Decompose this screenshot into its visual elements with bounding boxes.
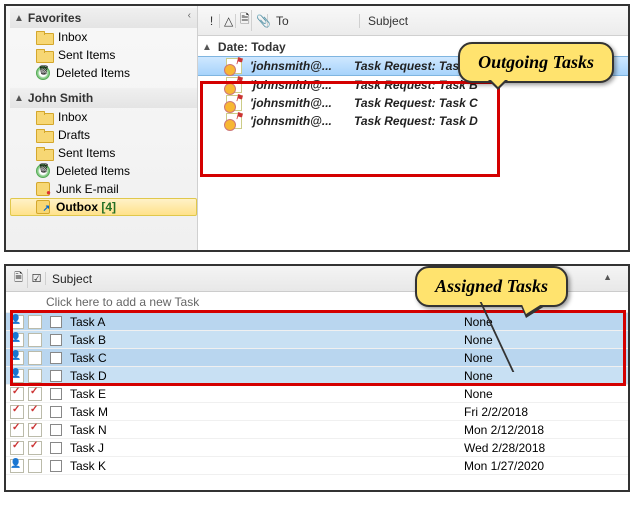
outbox-icon (36, 200, 50, 214)
task-icon (10, 423, 26, 437)
sort-asc-icon: ▲ (603, 272, 612, 282)
folder-junk[interactable]: Junk E-mail (10, 180, 197, 198)
assigned-task-icon (10, 369, 26, 383)
task-row[interactable]: Task ENone (6, 385, 628, 403)
complete-checkbox[interactable] (50, 370, 62, 382)
complete-checkbox[interactable] (50, 424, 62, 436)
task-row[interactable]: Task JWed 2/28/2018 (6, 439, 628, 457)
task-item-icon (28, 459, 44, 473)
task-item-icon (28, 423, 44, 437)
assigned-task-icon (10, 315, 26, 329)
task-request-icon (226, 58, 242, 74)
complete-checkbox[interactable] (50, 442, 62, 454)
folder-inbox[interactable]: Inbox (10, 28, 197, 46)
task-icon (10, 387, 26, 401)
complete-checkbox[interactable] (50, 316, 62, 328)
task-row[interactable]: Task CNone (6, 349, 628, 367)
column-headers: ! △ 🗎 📎 To Subject (198, 6, 628, 36)
chevron-down-icon: ▲ (14, 93, 24, 104)
folder-outbox[interactable]: Outbox [4] (10, 198, 197, 216)
folder-icon (36, 31, 52, 43)
col-complete[interactable]: ☑ (28, 272, 46, 285)
folder-icon (36, 129, 52, 141)
col-icon[interactable]: 🗎 (236, 10, 252, 31)
collapse-nav-icon[interactable]: ‹ (188, 10, 191, 21)
task-request-icon (226, 77, 242, 93)
task-item-icon (28, 315, 44, 329)
complete-checkbox[interactable] (50, 352, 62, 364)
folder-inbox[interactable]: Inbox (10, 108, 197, 126)
section-favorites[interactable]: ▲ Favorites (10, 8, 197, 28)
task-panel: 🗎 ☑ Subject▲ Click here to add a new Tas… (4, 264, 630, 492)
task-item-icon (28, 441, 44, 455)
trash-icon (36, 66, 50, 80)
complete-checkbox[interactable] (50, 406, 62, 418)
col-importance[interactable]: ! (204, 14, 220, 28)
section-label: John Smith (28, 91, 93, 105)
task-item-icon (28, 369, 44, 383)
folder-icon (36, 49, 52, 61)
col-subject[interactable]: Subject (360, 14, 628, 28)
message-row[interactable]: 'johnsmith@...Task Request: Task D (198, 112, 628, 130)
task-icon (10, 441, 26, 455)
complete-checkbox[interactable] (50, 334, 62, 346)
assigned-task-icon (10, 459, 26, 473)
col-attachment[interactable]: 📎 (252, 14, 268, 28)
task-request-icon (226, 95, 242, 111)
task-item-icon (28, 387, 44, 401)
task-icon (10, 405, 26, 419)
folder-drafts[interactable]: Drafts (10, 126, 197, 144)
trash-icon (36, 164, 50, 178)
callout-assigned: Assigned Tasks (415, 266, 568, 307)
folder-deleted[interactable]: Deleted Items (10, 162, 197, 180)
folder-icon (36, 147, 52, 159)
assigned-task-icon (10, 351, 26, 365)
task-item-icon (28, 351, 44, 365)
col-icon[interactable]: 🗎 (10, 269, 28, 288)
assigned-task-icon (10, 333, 26, 347)
task-row[interactable]: Task NMon 2/12/2018 (6, 421, 628, 439)
task-item-icon (28, 333, 44, 347)
folder-sent[interactable]: Sent Items (10, 144, 197, 162)
complete-checkbox[interactable] (50, 460, 62, 472)
folder-deleted[interactable]: Deleted Items (10, 64, 197, 82)
task-row[interactable]: Task KMon 1/27/2020 (6, 457, 628, 475)
junk-icon (36, 182, 50, 196)
callout-outgoing: Outgoing Tasks (458, 42, 614, 83)
item-count: [4] (101, 200, 116, 214)
task-request-icon (226, 113, 242, 129)
chevron-down-icon: ▲ (14, 13, 24, 24)
task-rows: Task ANone Task BNone Task CNone Task DN… (6, 313, 628, 490)
task-row[interactable]: Task MFri 2/2/2018 (6, 403, 628, 421)
section-label: Favorites (28, 11, 81, 25)
col-to[interactable]: To (268, 14, 360, 28)
message-row[interactable]: 'johnsmith@...Task Request: Task C (198, 94, 628, 112)
task-row[interactable]: Task BNone (6, 331, 628, 349)
task-item-icon (28, 405, 44, 419)
folder-icon (36, 111, 52, 123)
folder-tree: ‹ ▲ Favorites Inbox Sent Items Deleted I… (6, 6, 198, 250)
task-row[interactable]: Task DNone (6, 367, 628, 385)
complete-checkbox[interactable] (50, 388, 62, 400)
folder-sent[interactable]: Sent Items (10, 46, 197, 64)
message-rows: 'johnsmith@...Task Request: Task A 'john… (198, 56, 628, 250)
col-reminder[interactable]: △ (220, 14, 236, 28)
mail-panel: ‹ ▲ Favorites Inbox Sent Items Deleted I… (4, 4, 630, 252)
chevron-down-icon: ▲ (202, 42, 212, 53)
section-account[interactable]: ▲ John Smith (10, 88, 197, 108)
